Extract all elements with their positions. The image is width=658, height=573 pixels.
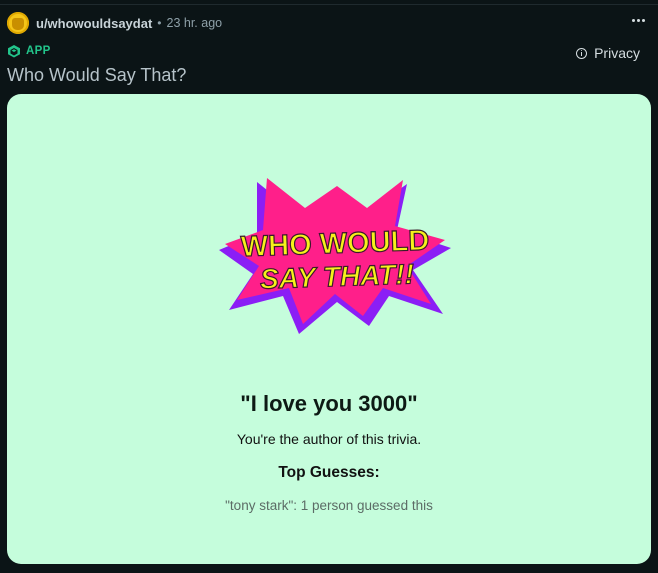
logo-line-2: SAY THAT!! [260, 258, 415, 294]
app-label: APP [26, 45, 51, 57]
username-link[interactable]: u/whowouldsaydat [36, 16, 152, 31]
more-options-icon[interactable] [628, 14, 648, 26]
top-divider [0, 4, 658, 5]
game-card[interactable]: WHO WOULD SAY THAT!! "I love you 3000" Y… [7, 94, 651, 564]
author-note: You're the author of this trivia. [236, 431, 422, 447]
post-time: 23 hr. ago [166, 16, 223, 30]
post-header: u/whowouldsaydat • 23 hr. ago [7, 11, 222, 35]
separator-dot: • [157, 16, 162, 30]
privacy-label: Privacy [594, 45, 640, 61]
post-title: Who Would Say That? [7, 65, 187, 85]
app-badge: APP [7, 44, 51, 58]
guess-item: "tony stark": 1 person guessed this [225, 498, 433, 513]
logo-line-1: WHO WOULD [240, 225, 429, 264]
privacy-button[interactable]: Privacy [576, 45, 640, 61]
info-icon [576, 47, 588, 59]
top-guesses-title: Top Guesses: [278, 464, 380, 481]
app-cube-icon [8, 45, 20, 58]
trivia-quote: "I love you 3000" [240, 391, 418, 416]
game-logo: WHO WOULD SAY THAT!! [219, 178, 451, 334]
avatar[interactable] [7, 12, 29, 34]
